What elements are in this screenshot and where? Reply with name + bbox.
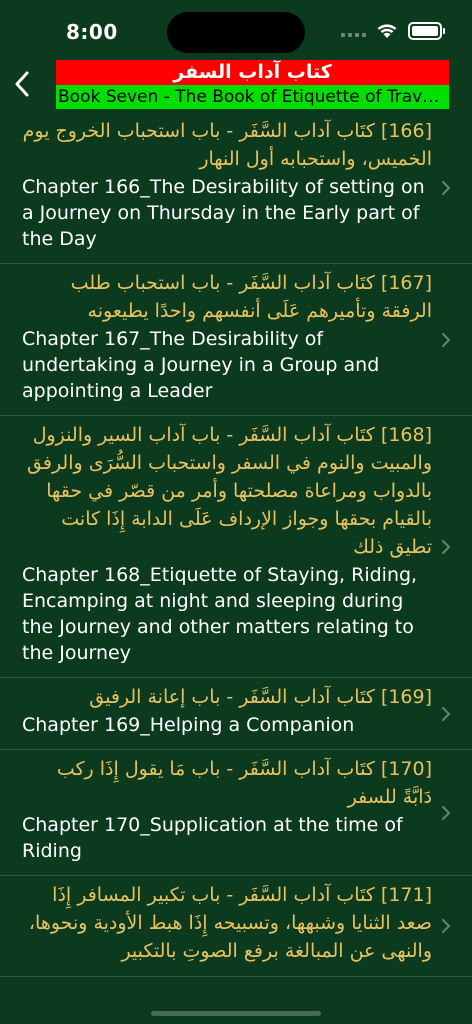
- status-bar: 8:00: [0, 0, 472, 62]
- chapter-row[interactable]: [170] كتَاب آداب السَّفَر - باب مَا يقول…: [0, 750, 472, 876]
- chapter-title-arabic: [166] كتَاب آداب السَّفَر - باب استحباب …: [22, 120, 432, 170]
- chapter-row[interactable]: [168] كتَاب آداب السَّفَر - باب آداب الس…: [0, 416, 472, 678]
- chapter-list: [166] كتَاب آداب السَّفَر - باب استحباب …: [0, 112, 472, 992]
- chapter-title-english: Chapter 169_Helping a Companion: [22, 714, 355, 736]
- chapter-title-arabic: [168] كتَاب آداب السَّفَر - باب آداب الس…: [27, 424, 432, 558]
- chevron-right-icon: [442, 332, 450, 347]
- dynamic-island: [167, 12, 305, 53]
- chapter-title-arabic: [170] كتَاب آداب السَّفَر - باب مَا يقول…: [56, 758, 432, 808]
- chevron-right-icon: [442, 805, 450, 820]
- chapter-title-arabic: [167] كتَاب آداب السَّفَر - باب استحباب …: [70, 272, 432, 322]
- cellular-signal-icon: [341, 25, 366, 37]
- chapter-title-english: Chapter 170_Supplication at the time of …: [22, 814, 403, 862]
- chapter-row[interactable]: [169] كتَاب آداب السَّفَر - باب إعانة ال…: [0, 678, 472, 750]
- chapter-row[interactable]: [171] كتَاب آداب السَّفَر - باب تكبير ال…: [0, 876, 472, 977]
- chapter-title-english: Chapter 168_Etiquette of Staying, Riding…: [22, 564, 418, 664]
- chapter-title-english: Chapter 166_The Desirability of setting …: [22, 176, 425, 250]
- battery-level: [412, 26, 438, 36]
- battery-icon: [408, 22, 445, 40]
- chapter-row[interactable]: [166] كتَاب آداب السَّفَر - باب استحباب …: [0, 112, 472, 264]
- back-button[interactable]: [4, 64, 40, 104]
- chevron-right-icon: [442, 539, 450, 554]
- page-title-english: Book Seven - The Book of Etiquette of Tr…: [56, 85, 449, 109]
- chevron-right-icon: [442, 180, 450, 195]
- chevron-right-icon: [442, 919, 450, 933]
- chapter-title-english: Chapter 167_The Desirability of undertak…: [22, 328, 380, 402]
- wifi-icon: [377, 24, 397, 38]
- chapter-title-arabic: [171] كتَاب آداب السَّفَر - باب تكبير ال…: [28, 884, 432, 962]
- navigation-header: كتاب آداب السفر Book Seven - The Book of…: [0, 58, 472, 110]
- home-indicator: [151, 1011, 321, 1016]
- status-icons: [341, 22, 445, 40]
- page-title-arabic: كتاب آداب السفر: [56, 60, 449, 85]
- chapter-row[interactable]: [167] كتَاب آداب السَّفَر - باب استحباب …: [0, 264, 472, 416]
- chapter-title-arabic: [169] كتَاب آداب السَّفَر - باب إعانة ال…: [89, 686, 432, 708]
- chevron-right-icon: [442, 706, 450, 721]
- screen: 8:00 كتاب آداب السفر Book Seven - The Bo…: [0, 0, 472, 1024]
- status-time: 8:00: [66, 20, 118, 44]
- chevron-left-icon: [15, 71, 29, 97]
- title-box: كتاب آداب السفر Book Seven - The Book of…: [56, 60, 449, 109]
